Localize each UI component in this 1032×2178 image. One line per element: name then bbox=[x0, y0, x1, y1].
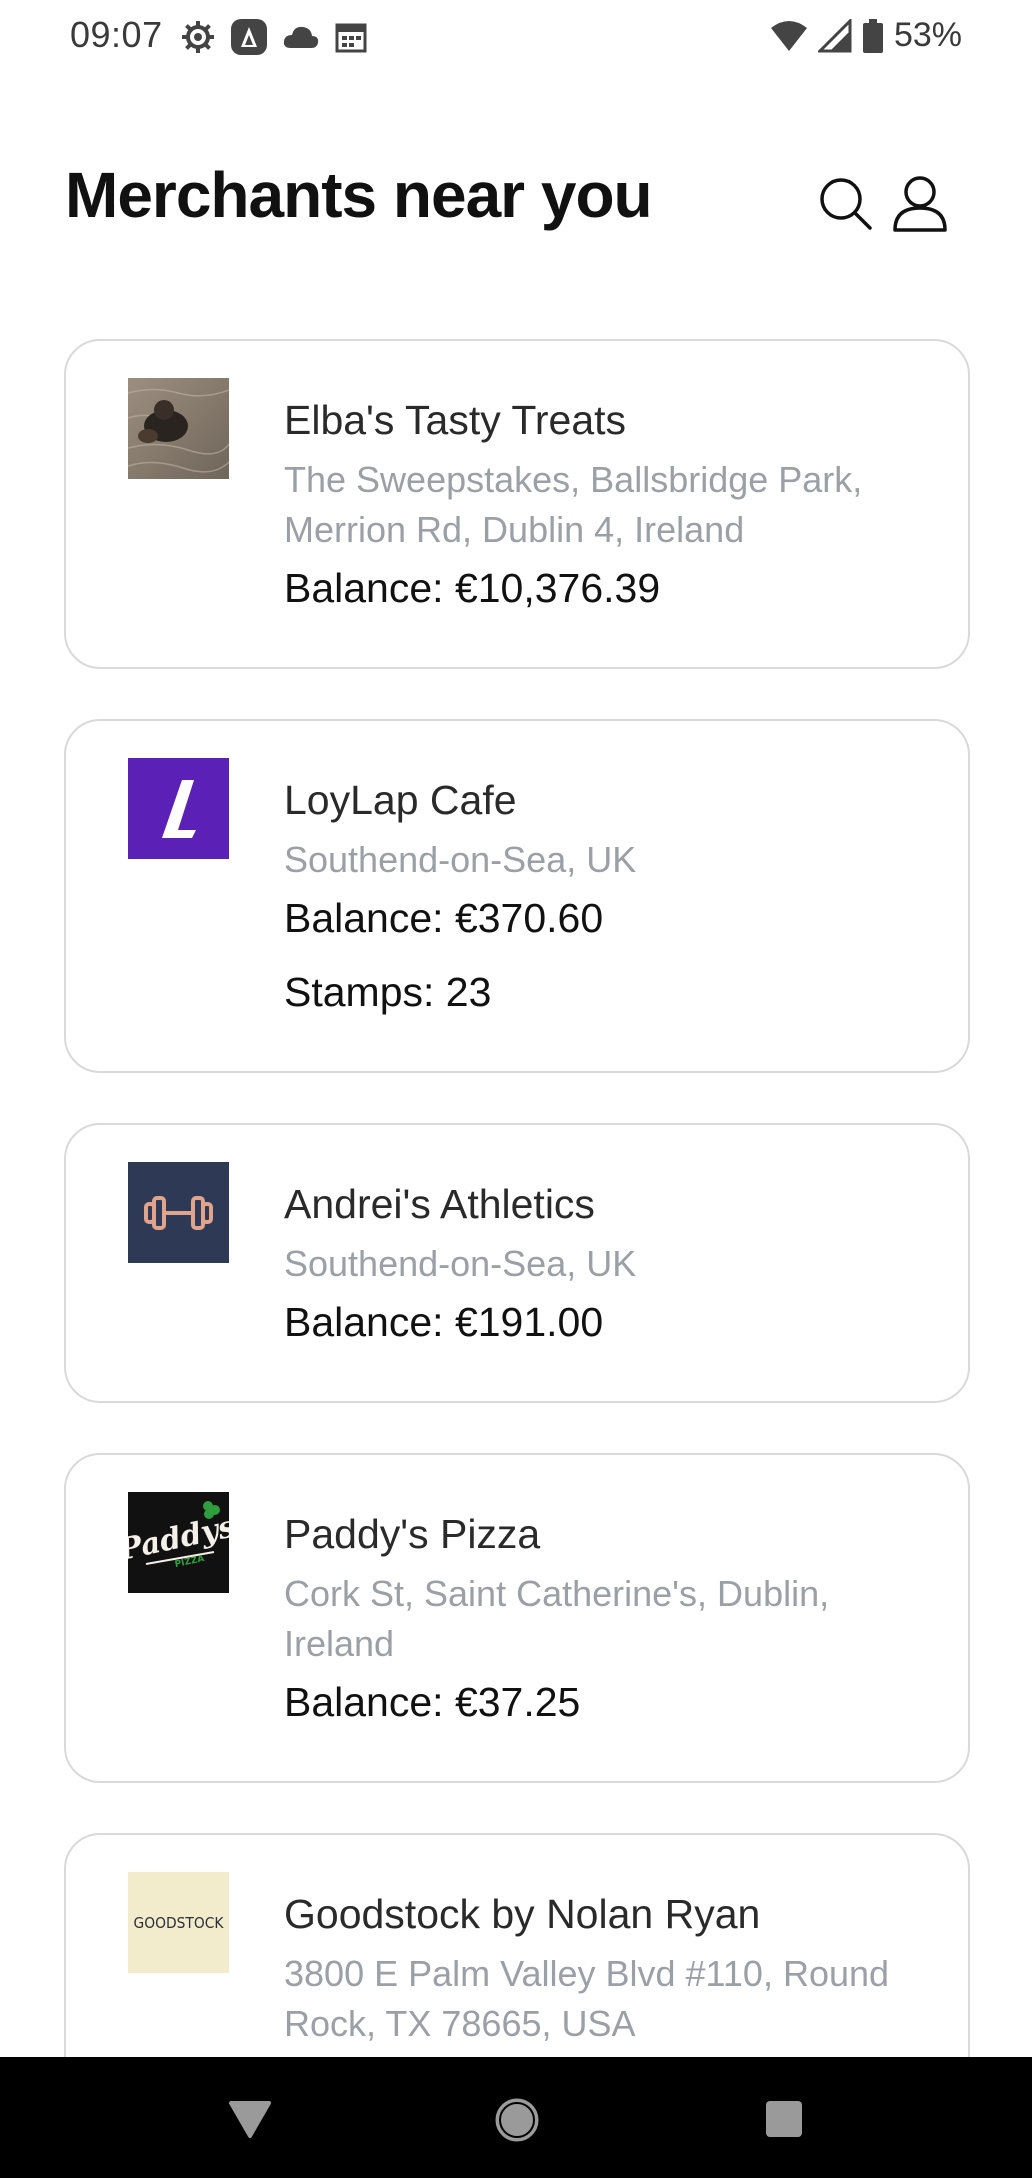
merchant-balance: Balance: €370.60 bbox=[284, 895, 604, 941]
loylap-logo bbox=[128, 758, 229, 859]
system-nav-bar bbox=[0, 2057, 1032, 2178]
battery-percentage: 53% bbox=[893, 16, 962, 54]
search-button[interactable] bbox=[818, 176, 874, 232]
paddys-pizza-logo: Paddys PIZZA bbox=[128, 1492, 229, 1593]
profile-icon bbox=[893, 176, 947, 232]
dumbbell-icon bbox=[128, 1162, 229, 1263]
merchant-name: Paddy's Pizza bbox=[284, 1511, 541, 1557]
profile-button[interactable] bbox=[892, 174, 948, 234]
merchant-logo bbox=[128, 1162, 229, 1263]
merchant-logo bbox=[128, 758, 229, 859]
merchant-address: Cork St, Saint Catherine's, Dublin, Irel… bbox=[284, 1573, 830, 1664]
app-a-icon bbox=[231, 19, 267, 55]
merchant-card[interactable]: Elba's Tasty Treats The Sweepstakes, Bal… bbox=[64, 339, 970, 669]
merchant-name: Andrei's Athletics bbox=[284, 1181, 595, 1227]
merchant-address: The Sweepstakes, Ballsbridge Park, Merri… bbox=[284, 459, 863, 550]
merchant-list[interactable]: Elba's Tasty Treats The Sweepstakes, Bal… bbox=[64, 339, 970, 2057]
recents-button[interactable] bbox=[765, 2100, 803, 2143]
goodstock-logo: GOODSTOCK bbox=[128, 1872, 229, 1973]
merchant-card[interactable]: LoyLap Cafe Southend-on-Sea, UK Balance:… bbox=[64, 719, 970, 1073]
merchant-name: Elba's Tasty Treats bbox=[284, 397, 627, 443]
merchant-stamps: Stamps: 23 bbox=[284, 969, 492, 1015]
signal-icon bbox=[817, 18, 852, 52]
merchant-name: LoyLap Cafe bbox=[284, 777, 517, 823]
merchant-card[interactable]: Paddys PIZZA Paddy's Pizza Cork St, Sain… bbox=[64, 1453, 970, 1783]
merchant-logo bbox=[128, 378, 229, 479]
home-button[interactable] bbox=[494, 2097, 540, 2148]
status-time: 09:07 bbox=[70, 14, 163, 55]
dog-on-sand-photo bbox=[128, 378, 229, 479]
battery-icon bbox=[862, 18, 883, 53]
merchant-address: 3800 E Palm Valley Blvd #110, Round Rock… bbox=[284, 1953, 890, 2044]
merchant-balance: Balance: €191.00 bbox=[284, 1299, 604, 1345]
settings-icon bbox=[182, 21, 214, 53]
merchant-logo: Paddys PIZZA bbox=[128, 1492, 229, 1593]
search-icon bbox=[820, 178, 872, 230]
recents-icon bbox=[766, 2101, 802, 2137]
goodstock-logo-text: GOODSTOCK bbox=[134, 1914, 225, 1932]
merchant-name: Goodstock by Nolan Ryan bbox=[284, 1891, 761, 1937]
wifi-icon bbox=[770, 20, 807, 51]
merchant-address: Southend-on-Sea, UK bbox=[284, 1243, 637, 1284]
status-bar: 09:07 53% bbox=[0, 0, 1032, 72]
back-button[interactable] bbox=[228, 2099, 272, 2144]
merchant-card[interactable]: Andrei's Athletics Southend-on-Sea, UK B… bbox=[64, 1123, 970, 1403]
merchant-card[interactable]: GOODSTOCK Goodstock by Nolan Ryan 3800 E… bbox=[64, 1833, 970, 2057]
cloud-icon bbox=[283, 26, 319, 48]
merchant-balance: Balance: €10,376.39 bbox=[284, 565, 661, 611]
page-title: Merchants near you bbox=[65, 159, 653, 231]
status-icons-left bbox=[180, 18, 368, 56]
merchant-logo: GOODSTOCK bbox=[128, 1872, 229, 1973]
status-icons-right: 53% bbox=[770, 16, 962, 55]
calendar-icon bbox=[335, 23, 367, 53]
home-icon bbox=[495, 2098, 539, 2142]
merchant-address: Southend-on-Sea, UK bbox=[284, 839, 637, 880]
merchant-balance: Balance: €37.25 bbox=[284, 1679, 581, 1725]
back-icon bbox=[229, 2101, 271, 2138]
